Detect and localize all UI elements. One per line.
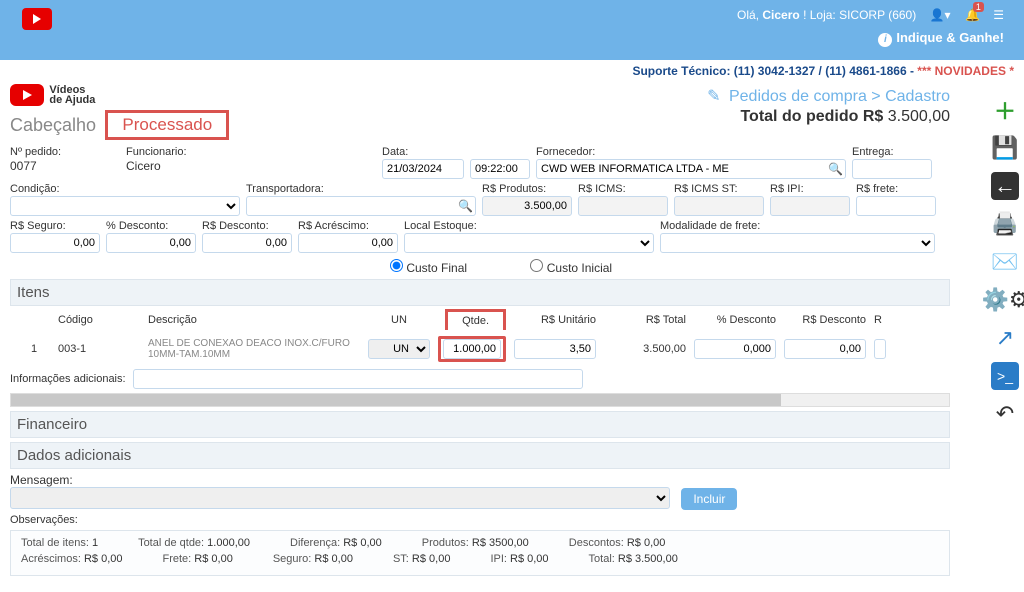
greeting: Olá, Cicero ! Loja: SICORP (660) — [737, 8, 916, 22]
npedido-value: 0077 — [10, 159, 120, 173]
incluir-button[interactable]: Incluir — [681, 488, 737, 510]
pencil-icon: ✎ — [707, 86, 720, 106]
items-header-row: Código Descrição UN Qtde. R$ Unitário R$… — [10, 306, 950, 333]
novidades-link[interactable]: *** NOVIDADES * — [917, 64, 1014, 78]
pdesconto-input[interactable] — [106, 233, 196, 253]
rsprodutos-input — [482, 196, 572, 216]
funcionario-value: Cicero — [126, 159, 376, 173]
user-icon[interactable]: 👤▾ — [930, 8, 951, 22]
cabecalho-title: Cabeçalho — [10, 115, 96, 136]
topbar: Olá, Cicero ! Loja: SICORP (660) 👤▾ 🔔1 ☰… — [0, 0, 1024, 60]
rsicmsst-input — [674, 196, 764, 216]
info-adicional-input[interactable] — [133, 369, 583, 389]
row-rdesc-input[interactable] — [784, 339, 866, 359]
add-icon[interactable]: ＋ — [991, 96, 1019, 124]
horizontal-scrollbar[interactable] — [10, 393, 950, 407]
youtube-play-icon — [10, 84, 44, 106]
fornecedor-input[interactable] — [536, 159, 846, 179]
info-icon: i — [878, 33, 892, 47]
share-icon[interactable]: ↗ — [991, 324, 1019, 352]
row-un-select[interactable]: UN — [368, 339, 430, 359]
rsfrete-input[interactable] — [856, 196, 936, 216]
print-icon[interactable]: 🖨️ — [991, 210, 1019, 238]
videos-ajuda-link[interactable]: Vídeosde Ajuda — [10, 84, 95, 106]
rsipi-input — [770, 196, 850, 216]
support-line: Suporte Técnico: (11) 3042-1327 / (11) 4… — [0, 60, 1024, 80]
rsseguro-input[interactable] — [10, 233, 100, 253]
row-num: 1 — [14, 343, 54, 355]
status-processado: Processado — [105, 110, 229, 140]
action-sidebar: ＋ 💾 ← 🖨️ ✉️ ⚙️⚙ ↗ >_ ↶ — [986, 96, 1024, 428]
save-icon[interactable]: 💾 — [991, 134, 1019, 162]
financeiro-header[interactable]: Financeiro — [10, 411, 950, 438]
rsdesconto-input[interactable] — [202, 233, 292, 253]
data-input[interactable] — [382, 159, 464, 179]
row-qtde-input[interactable] — [443, 339, 501, 359]
dados-adicionais-header[interactable]: Dados adicionais — [10, 442, 950, 469]
itens-header: Itens — [10, 279, 950, 306]
totals-summary: Total de itens: 1 Total de qtde: 1.000,0… — [10, 530, 950, 576]
undo-icon[interactable]: ↶ — [991, 400, 1019, 428]
total-pedido: Total do pedido R$ 3.500,00 — [740, 108, 950, 126]
rsacrescimo-input[interactable] — [298, 233, 398, 253]
indique-link[interactable]: iIndique & Ganhe! — [737, 30, 1004, 47]
back-icon[interactable]: ← — [991, 172, 1019, 200]
row-pdesc-input[interactable] — [694, 339, 776, 359]
condicao-select[interactable] — [10, 196, 240, 216]
breadcrumb-a[interactable]: Pedidos de compra — [729, 88, 867, 105]
table-row: 1 003-1 ANEL DE CONEXAO DEACO INOX.C/FUR… — [10, 333, 950, 365]
bell-icon[interactable]: 🔔1 — [960, 8, 980, 24]
breadcrumb: ✎ Pedidos de compra > Cadastro — [707, 86, 950, 106]
menu-icon[interactable]: ☰ — [993, 8, 1004, 22]
modalidade-frete-select[interactable] — [660, 233, 935, 253]
youtube-icon[interactable] — [22, 8, 52, 30]
mensagem-select[interactable] — [10, 487, 670, 509]
settings-icon[interactable]: ⚙️⚙ — [991, 286, 1019, 314]
row-total: 3.500,00 — [600, 343, 690, 355]
email-icon[interactable]: ✉️ — [991, 248, 1019, 276]
entrega-input[interactable] — [852, 159, 932, 179]
custo-final-radio[interactable]: Custo Final — [390, 261, 467, 275]
row-codigo: 003-1 — [54, 343, 144, 355]
hora-input[interactable] — [470, 159, 530, 179]
rsicms-input — [578, 196, 668, 216]
breadcrumb-b[interactable]: Cadastro — [885, 88, 950, 105]
info-adicional-label: Informações adicionais: — [10, 373, 126, 385]
row-unitario-input[interactable] — [514, 339, 596, 359]
row-descricao: ANEL DE CONEXAO DEACO INOX.C/FURO 10MM-T… — [144, 338, 364, 360]
observacoes-label: Observações: — [10, 514, 950, 526]
script-icon[interactable]: >_ — [991, 362, 1019, 390]
transportadora-input[interactable] — [246, 196, 476, 216]
custo-inicial-radio[interactable]: Custo Inicial — [530, 261, 612, 275]
local-estoque-select[interactable] — [404, 233, 654, 253]
mensagem-label: Mensagem: — [10, 473, 73, 487]
row-r-input[interactable] — [874, 339, 886, 359]
